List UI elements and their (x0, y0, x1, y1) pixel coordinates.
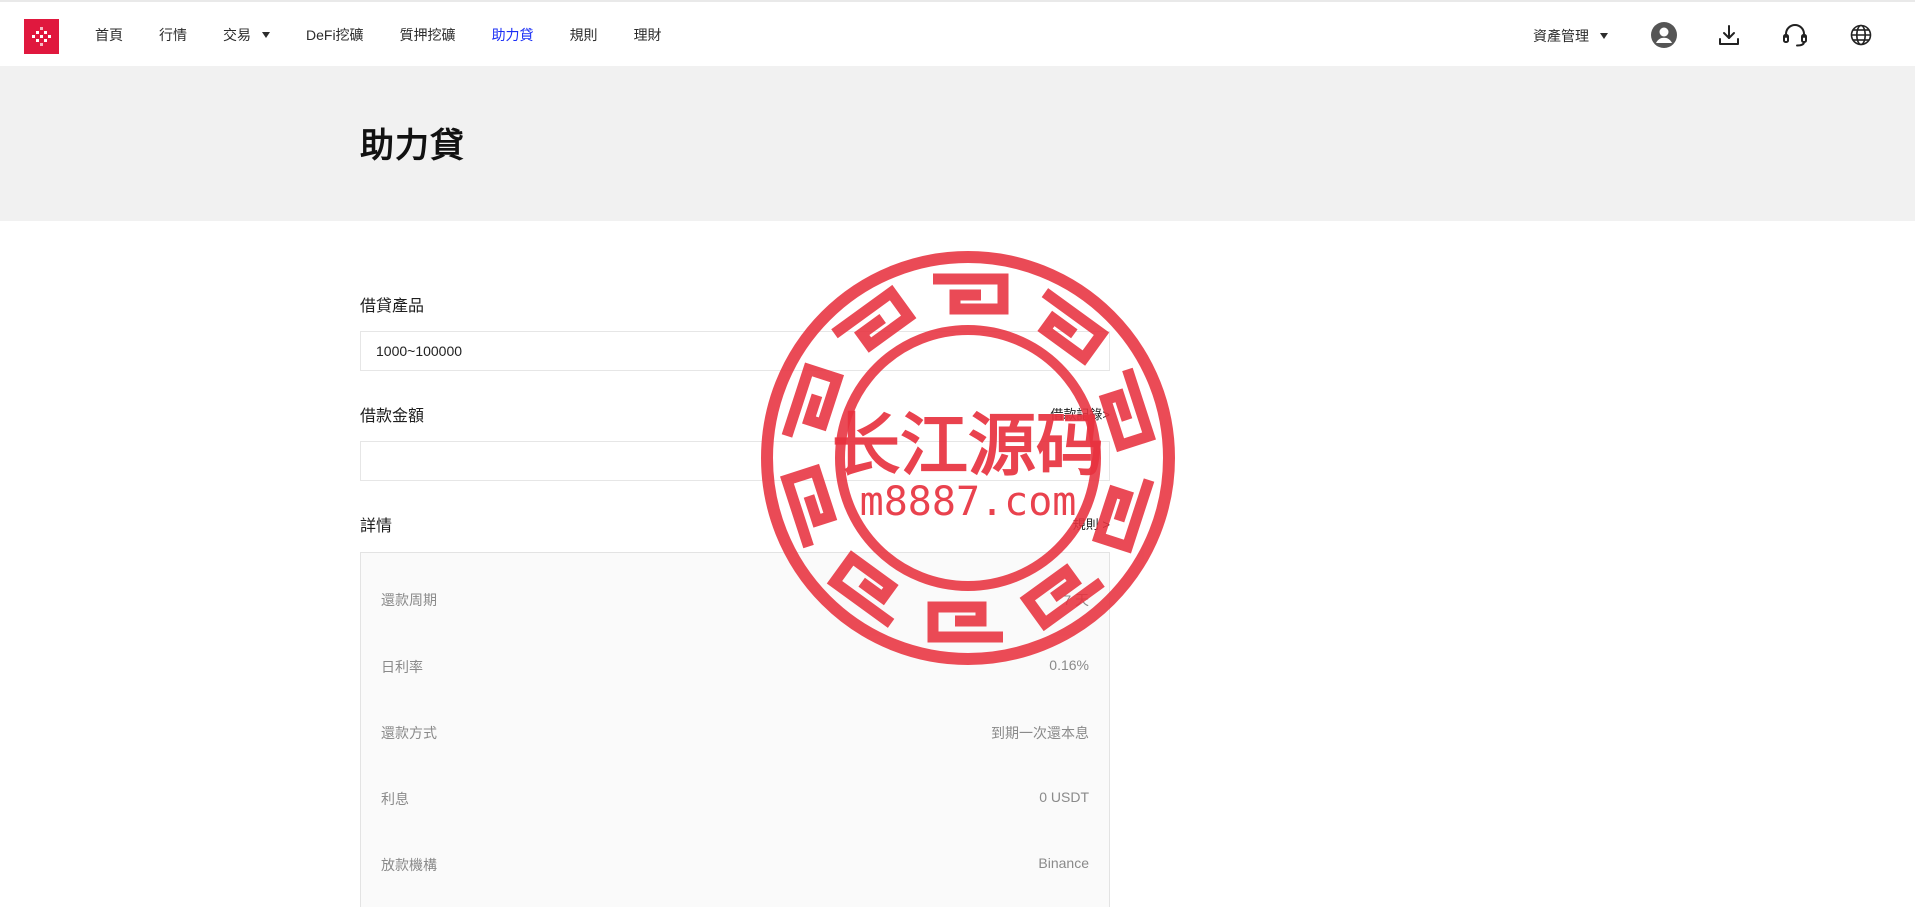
logo-icon (31, 26, 51, 46)
chevron-down-icon (262, 32, 270, 38)
nav-item-wealth[interactable]: 理財 (634, 25, 662, 45)
asset-management-label: 資產管理 (1533, 28, 1589, 44)
download-icon[interactable] (1714, 20, 1744, 50)
amount-label: 借款金額 (360, 408, 425, 425)
detail-label: 還款周期 (381, 592, 437, 608)
detail-value: 0 USDT (1039, 789, 1089, 805)
detail-value: 0.16% (1049, 657, 1089, 673)
top-navigation-bar: 首頁 行情 交易 DeFi挖礦 質押挖礦 助力貸 規則 理財 資產管理 (0, 0, 1915, 66)
amount-input[interactable] (360, 441, 1110, 481)
loan-records-link[interactable]: 借款記錄> (1050, 404, 1110, 423)
nav-label: 助力貸 (491, 27, 534, 43)
detail-value: 7 天 (1063, 592, 1089, 608)
headset-icon[interactable] (1780, 20, 1810, 50)
nav-item-trade[interactable]: 交易 (223, 25, 270, 45)
nav-item-home[interactable]: 首頁 (95, 25, 123, 45)
product-select[interactable]: 1000~100000 (360, 331, 1110, 371)
nav-label: 首頁 (95, 27, 123, 43)
detail-row-repayment-period: 還款周期 7 天 (381, 590, 1089, 610)
page-header: 助力貸 (0, 66, 1915, 221)
detail-value: 到期一次還本息 (991, 725, 1089, 741)
nav-label: 交易 (223, 27, 251, 43)
globe-icon[interactable] (1846, 20, 1876, 50)
rules-link[interactable]: 規則 > (1073, 514, 1110, 533)
detail-label: 放款機構 (381, 857, 437, 873)
nav-label: 理財 (633, 27, 662, 43)
page-title: 助力貸 (360, 127, 465, 165)
detail-row-interest: 利息 0 USDT (381, 789, 1089, 809)
product-select-value: 1000~100000 (376, 343, 463, 359)
detail-row-repayment-method: 還款方式 到期一次還本息 (381, 723, 1089, 743)
details-label: 詳情 (360, 518, 393, 535)
detail-label: 還款方式 (381, 725, 437, 741)
detail-label: 日利率 (381, 659, 423, 675)
detail-row-lender: 放款機構 Binance (381, 855, 1089, 875)
asset-management-menu[interactable]: 資產管理 (1533, 26, 1608, 46)
nav-label: DeFi挖礦 (306, 27, 364, 43)
product-label: 借貸產品 (360, 298, 425, 315)
main-nav: 首頁 行情 交易 DeFi挖礦 質押挖礦 助力貸 規則 理財 (95, 2, 698, 68)
nav-item-staking-mining[interactable]: 質押挖礦 (400, 25, 456, 45)
detail-value: Binance (1038, 855, 1089, 871)
nav-item-loan[interactable]: 助力貸 (492, 25, 534, 45)
detail-label: 利息 (381, 791, 409, 807)
user-icon[interactable] (1649, 20, 1679, 50)
nav-item-rules[interactable]: 規則 (570, 25, 598, 45)
nav-item-market[interactable]: 行情 (159, 25, 187, 45)
details-panel: 還款周期 7 天 日利率 0.16% 還款方式 到期一次還本息 利息 0 USD… (360, 552, 1110, 907)
chevron-down-icon (1600, 33, 1608, 39)
nav-label: 質押挖礦 (399, 27, 456, 43)
nav-label: 規則 (569, 27, 598, 43)
nav-label: 行情 (159, 27, 187, 43)
detail-row-daily-rate: 日利率 0.16% (381, 657, 1089, 677)
nav-item-defi-mining[interactable]: DeFi挖礦 (306, 25, 364, 45)
logo[interactable] (24, 19, 59, 54)
watermark-url: m8887.com (860, 479, 1077, 525)
